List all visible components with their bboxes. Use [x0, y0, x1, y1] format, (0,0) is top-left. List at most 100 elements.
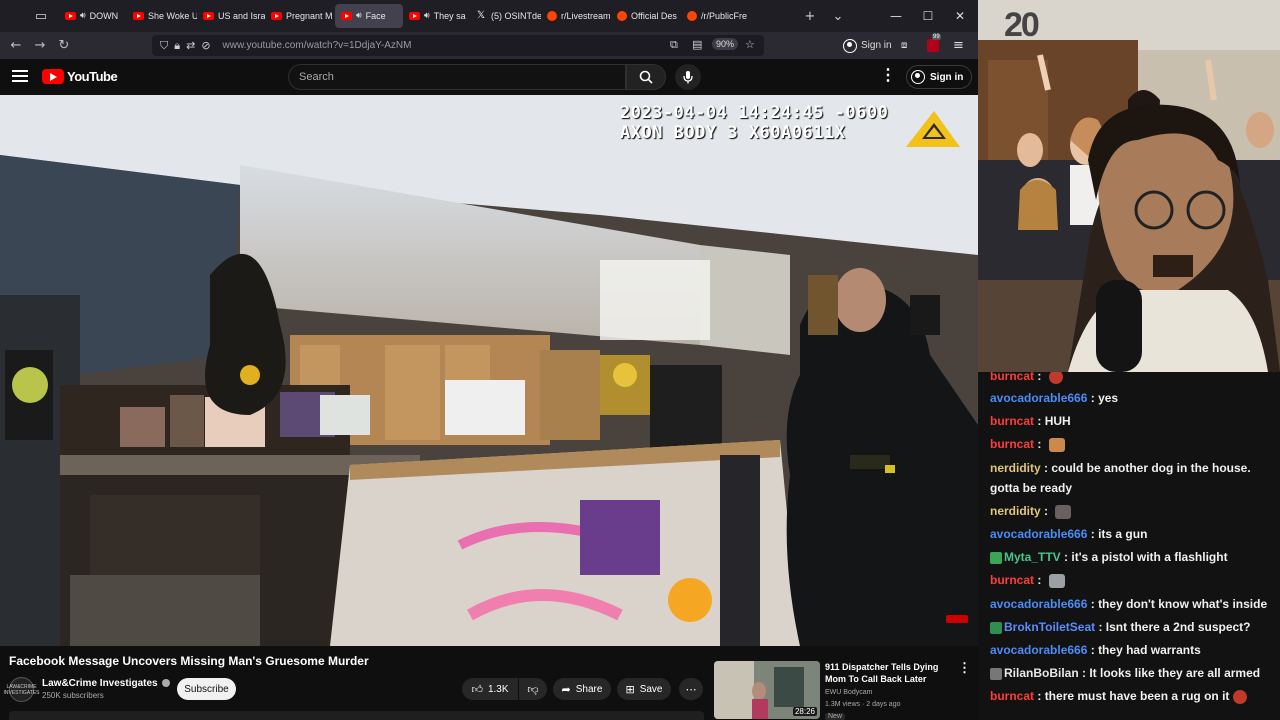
- chat-username[interactable]: avocadorable666: [990, 597, 1087, 611]
- tracking-blocked-icon[interactable]: ⊘: [201, 39, 210, 52]
- back-icon[interactable]: ←: [4, 34, 28, 58]
- youtube-sign-in-button[interactable]: Sign in: [906, 65, 973, 89]
- recommended-title[interactable]: 911 Dispatcher Tells Dying Mom To Call B…: [825, 661, 950, 685]
- shield-icon[interactable]: ⛉: [160, 39, 168, 53]
- ublock-icon[interactable]: 99: [927, 32, 941, 59]
- share-button[interactable]: ➦ Share: [553, 678, 611, 700]
- chat-username[interactable]: BroknToiletSeat: [1004, 620, 1095, 634]
- chat-separator: :: [1034, 573, 1045, 587]
- chat-username[interactable]: nerdidity: [990, 461, 1041, 475]
- list-all-tabs-icon[interactable]: ⌄: [826, 4, 850, 28]
- share-label: Share: [575, 683, 603, 695]
- chat-message: burncat :: [990, 570, 1280, 590]
- youtube-logo-icon: [42, 69, 64, 84]
- chat-username[interactable]: avocadorable666: [990, 527, 1087, 541]
- chat-separator: :: [1034, 437, 1045, 451]
- forward-icon[interactable]: →: [28, 34, 52, 58]
- minimize-icon[interactable]: —: [880, 0, 912, 32]
- browser-tab[interactable]: Official Des: [611, 4, 681, 28]
- tab-overview-icon[interactable]: ▭: [29, 4, 53, 28]
- reader-view-icon[interactable]: ▤: [692, 38, 702, 51]
- chat-message: burncat : HUH: [990, 411, 1280, 431]
- chat-username[interactable]: burncat: [990, 437, 1034, 451]
- youtube-logo[interactable]: YouTube: [42, 69, 118, 84]
- guide-menu-icon[interactable]: [12, 70, 28, 82]
- chat-text: yes: [1098, 391, 1119, 405]
- dislike-button[interactable]: 👎︎: [519, 678, 547, 700]
- streamer-webcam: 20: [978, 0, 1280, 372]
- extensions-icon[interactable]: ⧈: [901, 32, 907, 59]
- browser-tab[interactable]: 𝕏 (5) OSINTde: [471, 4, 541, 28]
- subscribe-button[interactable]: Subscribe: [177, 678, 236, 700]
- webcam-background-number: 20: [1004, 6, 1040, 44]
- browser-tab[interactable]: 🔊︎ They sa: [403, 4, 471, 28]
- chat-username[interactable]: burncat: [990, 372, 1034, 383]
- chat-message: nerdidity :: [990, 501, 1280, 521]
- search-input[interactable]: Search: [288, 64, 626, 90]
- red-ball-emote-icon: [1048, 372, 1063, 384]
- url-text[interactable]: www.youtube.com/watch?v=1DdjaY-AzNM: [223, 40, 412, 51]
- zoom-level[interactable]: 90%: [712, 38, 739, 50]
- chat-username[interactable]: RilanBoBilan: [1004, 666, 1079, 680]
- audio-playing-icon[interactable]: 🔊︎: [424, 11, 430, 21]
- chat-badge-icon: [990, 551, 1002, 564]
- account-button[interactable]: Sign in: [843, 32, 892, 59]
- browser-tab[interactable]: US and Isra: [197, 4, 265, 28]
- chat-text: it's a pistol with a flashlight: [1071, 550, 1228, 564]
- bookmark-star-icon[interactable]: ☆: [745, 38, 755, 51]
- chat-username[interactable]: burncat: [990, 573, 1034, 587]
- browser-tab-label: r/Livestream: [561, 11, 611, 21]
- audio-playing-icon[interactable]: 🔊︎: [356, 11, 362, 21]
- browser-tab[interactable]: 🔊︎ Face: [335, 4, 403, 28]
- permissions-icon[interactable]: ⇄: [186, 39, 195, 52]
- dog-emote-icon: [1055, 504, 1072, 519]
- address-bar[interactable]: ⛉ 🔒︎ ⇄ ⊘ www.youtube.com/watch?v=1DdjaY-…: [152, 35, 764, 56]
- channel-name[interactable]: Law&Crime Investigates: [42, 678, 170, 689]
- like-button[interactable]: 👍︎ 1.3K: [462, 678, 518, 700]
- settings-more-icon[interactable]: ⋮: [880, 67, 896, 85]
- new-tab-icon[interactable]: +: [798, 4, 822, 28]
- close-icon[interactable]: ✕: [944, 0, 976, 32]
- save-button[interactable]: ⊞ Save: [617, 678, 671, 700]
- channel-avatar[interactable]: LAW&CRIME INVESTIGATES: [3, 677, 40, 702]
- browser-tab[interactable]: She Woke U: [127, 4, 197, 28]
- chat-username[interactable]: burncat: [990, 689, 1034, 703]
- app-menu-icon[interactable]: ≡: [953, 32, 964, 59]
- browser-tab[interactable]: r/Livestream: [541, 4, 611, 28]
- share-icon: ➦: [561, 682, 571, 696]
- browser-tab[interactable]: Pregnant M: [265, 4, 335, 28]
- browser-tab[interactable]: 🔊︎ DOWN: [59, 4, 127, 28]
- video-player[interactable]: 2023-04-04 14:24:45 -0600 AXON BODY 3 X6…: [0, 95, 978, 646]
- chat-username[interactable]: avocadorable666: [990, 643, 1087, 657]
- chat-message: nerdidity : could be another dog in the …: [990, 458, 1280, 498]
- browser-tab[interactable]: /r/PublicFre: [681, 4, 751, 28]
- channel-watermark-icon: [946, 615, 968, 623]
- chat-username[interactable]: avocadorable666: [990, 391, 1087, 405]
- more-actions-button[interactable]: ⋯: [679, 678, 703, 700]
- chat-separator: :: [1078, 666, 1090, 680]
- youtube-favicon-icon: [341, 12, 352, 20]
- chat-separator: :: [1087, 643, 1099, 657]
- recommended-thumbnail[interactable]: 28:26: [714, 661, 820, 719]
- recommended-channel[interactable]: EWU Bodycam: [825, 689, 872, 696]
- audio-playing-icon[interactable]: 🔊︎: [80, 11, 86, 21]
- maximize-icon[interactable]: ☐: [912, 0, 944, 32]
- chat-message: burncat :: [990, 434, 1280, 454]
- browser-window: ▭ 🔊︎ DOWN She Woke U US and Isra Pregnant M 🔊…: [0, 0, 978, 720]
- chat-text: It looks like they are all armed: [1089, 666, 1261, 680]
- chat-separator: :: [1040, 461, 1052, 475]
- browser-tab-label: US and Isra: [218, 11, 265, 21]
- lock-icon[interactable]: 🔒︎: [174, 39, 180, 53]
- voice-search-button[interactable]: [675, 64, 701, 90]
- picture-in-picture-icon[interactable]: ⧉: [670, 38, 678, 52]
- chat-username[interactable]: nerdidity: [990, 504, 1041, 518]
- description-box-edge[interactable]: [9, 711, 704, 720]
- search-button[interactable]: [626, 64, 666, 90]
- chat-username[interactable]: Myta_TTV: [1004, 550, 1061, 564]
- browser-tab-label: Face: [365, 11, 386, 21]
- tab-list: 🔊︎ DOWN She Woke U US and Isra Pregnant M 🔊︎ F…: [59, 4, 751, 28]
- recommended-more-icon[interactable]: ⋮: [958, 661, 971, 674]
- reload-icon[interactable]: ↻: [52, 34, 76, 58]
- video-title: Facebook Message Uncovers Missing Man's …: [9, 654, 369, 668]
- chat-username[interactable]: burncat: [990, 414, 1034, 428]
